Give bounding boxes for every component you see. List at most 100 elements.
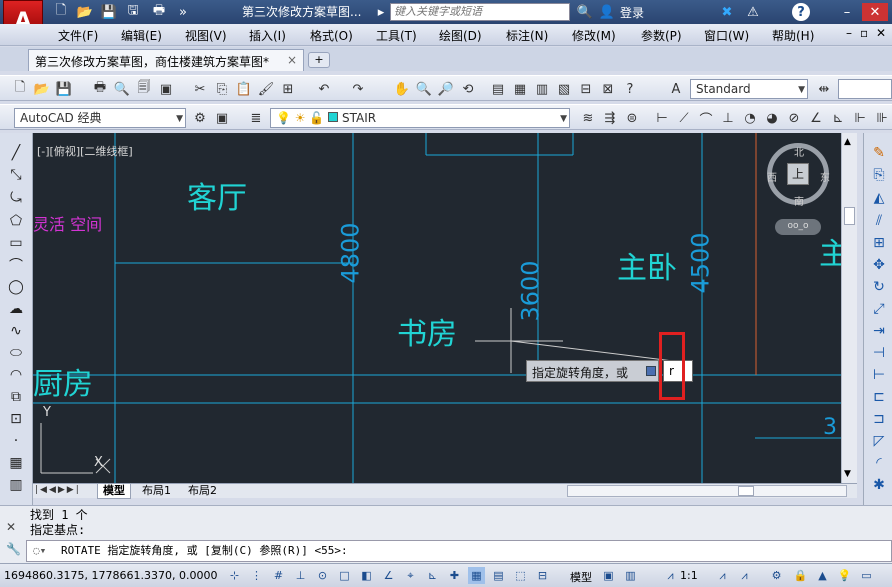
menu-window[interactable]: 窗口(W): [704, 27, 749, 44]
tab-model[interactable]: 模型: [97, 484, 131, 499]
viewcube-north[interactable]: 北: [794, 144, 804, 159]
more-icon[interactable]: »: [174, 3, 192, 21]
linear-dim-icon[interactable]: ⊢: [652, 108, 672, 128]
undo-icon[interactable]: ↶: [314, 79, 334, 99]
dim-style-select[interactable]: [838, 79, 892, 99]
design-center-icon[interactable]: ▦: [510, 79, 530, 99]
zoom-previous-icon[interactable]: ⟲: [458, 79, 478, 99]
arc-icon[interactable]: ⌒: [6, 255, 26, 275]
radius-icon[interactable]: ◔: [740, 108, 760, 128]
polygon-icon[interactable]: ⬠: [6, 211, 26, 231]
transparency-icon[interactable]: ▦: [468, 567, 485, 584]
sheet-set-icon[interactable]: ▧: [554, 79, 574, 99]
am-icon[interactable]: ⊟: [534, 567, 551, 584]
paste-icon[interactable]: 📋: [234, 79, 254, 99]
scroll-thumb[interactable]: [844, 207, 855, 225]
revcloud-icon[interactable]: ☁: [6, 299, 26, 319]
ortho-icon[interactable]: ⊥: [292, 567, 309, 584]
fillet-icon[interactable]: ◜: [869, 453, 889, 473]
join-icon[interactable]: ⊐: [869, 409, 889, 429]
jogged-icon[interactable]: ◕: [762, 108, 782, 128]
auto-scale-icon[interactable]: ⩘: [736, 567, 753, 584]
hscroll-thumb[interactable]: [738, 486, 754, 496]
login-link[interactable]: 登录: [620, 4, 644, 21]
copy-object-icon[interactable]: ⎘: [869, 165, 889, 185]
offset-icon[interactable]: ⫽: [869, 211, 889, 231]
scroll-up-icon[interactable]: ▲: [844, 137, 851, 147]
workspace-settings-icon[interactable]: ⚙: [190, 108, 210, 128]
dyn-icon[interactable]: ⊾: [424, 567, 441, 584]
properties-icon[interactable]: ▤: [488, 79, 508, 99]
command-close-icon[interactable]: ✕: [6, 520, 16, 534]
stay-connected-icon[interactable]: ⚠: [744, 3, 762, 21]
menu-parametric[interactable]: 参数(P): [641, 27, 682, 44]
menu-file[interactable]: 文件(F): [58, 27, 98, 44]
move-icon[interactable]: ✥: [869, 255, 889, 275]
workspace-select[interactable]: AutoCAD 经典 ▼: [14, 108, 186, 128]
layer-state-icon[interactable]: ⊜: [622, 108, 642, 128]
layer-manager-icon[interactable]: ≣: [246, 108, 266, 128]
tab-layout2[interactable]: 布局2: [183, 484, 222, 499]
copy-icon[interactable]: ⎘: [212, 79, 232, 99]
options-arrow-icon[interactable]: [646, 366, 656, 376]
help-icon[interactable]: ?: [792, 3, 810, 21]
explode-icon[interactable]: ✱: [869, 475, 889, 495]
sc-icon[interactable]: ⬚: [512, 567, 529, 584]
viewcube-top-face[interactable]: 上: [787, 163, 809, 185]
menu-view[interactable]: 视图(V): [185, 27, 227, 44]
close-window-icon[interactable]: ✕: [862, 3, 888, 21]
make-current-icon[interactable]: ≋: [578, 108, 598, 128]
viewcube-south[interactable]: 南: [794, 193, 804, 208]
layer-select[interactable]: 💡 ☀ 🔓 STAIR ▼: [270, 108, 570, 128]
annotation-scale-value[interactable]: 1:1: [680, 569, 698, 582]
quick-view-drawings-icon[interactable]: ▥: [622, 567, 639, 584]
isolate-objects-icon[interactable]: 💡: [836, 567, 853, 584]
viewcube-west[interactable]: 西: [767, 169, 777, 184]
otrack-icon[interactable]: ∠: [380, 567, 397, 584]
menu-draw[interactable]: 绘图(D): [439, 27, 482, 44]
chamfer-icon[interactable]: ◸: [869, 431, 889, 451]
zoom-window-icon[interactable]: 🔎: [436, 79, 456, 99]
match-properties-icon[interactable]: 🖌: [256, 79, 276, 99]
expand-icon[interactable]: ▸: [372, 3, 390, 21]
calculator-icon[interactable]: ⊠: [598, 79, 618, 99]
polar-icon[interactable]: ⊙: [314, 567, 331, 584]
preview-icon[interactable]: 🔍: [112, 79, 132, 99]
coordinates-readout[interactable]: 1694860.3175, 1778661.3370, 0.0000: [4, 569, 217, 582]
menu-format[interactable]: 格式(O): [310, 27, 353, 44]
line-icon[interactable]: ╱: [6, 143, 26, 163]
lock-ui-icon[interactable]: 🔒: [792, 567, 809, 584]
recent-commands-icon[interactable]: ◌▾: [33, 541, 46, 561]
annotation-scale-icon[interactable]: ⩘: [662, 567, 679, 584]
lineweight-icon[interactable]: ✚: [446, 567, 463, 584]
dim-style-icon[interactable]: ⇹: [814, 79, 834, 99]
scroll-down-icon[interactable]: ▼: [844, 469, 851, 479]
tab-nav-arrows[interactable]: |◀◀▶▶|: [35, 485, 81, 495]
new-icon[interactable]: 🗋: [52, 3, 70, 21]
quick-dim-icon[interactable]: ⊾: [828, 108, 848, 128]
open-file-icon[interactable]: 📂: [32, 79, 52, 99]
array-icon[interactable]: ⊞: [869, 233, 889, 253]
3dprint-icon[interactable]: ▣: [156, 79, 176, 99]
clean-screen-icon[interactable]: ▭: [858, 567, 875, 584]
point-icon[interactable]: ·: [6, 431, 26, 451]
mirror-icon[interactable]: ◭: [869, 188, 889, 208]
open-icon[interactable]: 📂: [76, 3, 94, 21]
menu-edit[interactable]: 编辑(E): [121, 27, 162, 44]
gradient-icon[interactable]: ▥: [6, 475, 26, 495]
hardware-accel-icon[interactable]: ▲: [814, 567, 831, 584]
hatch-icon[interactable]: ▦: [6, 453, 26, 473]
diameter-icon[interactable]: ⊘: [784, 108, 804, 128]
make-block-icon[interactable]: ⊡: [6, 409, 26, 429]
tool-palettes-icon[interactable]: ▥: [532, 79, 552, 99]
menu-help[interactable]: 帮助(H): [772, 27, 814, 44]
spline-icon[interactable]: ∿: [6, 321, 26, 341]
ellipse-arc-icon[interactable]: ◠: [6, 365, 26, 385]
drawing-canvas[interactable]: [-][俯视][二维线框] 客厅 灵活 空间 主卧 书房 厨房 主 4800 3…: [33, 133, 857, 483]
construction-line-icon[interactable]: ⤡: [6, 165, 26, 185]
save-file-icon[interactable]: 💾: [54, 79, 74, 99]
continue-icon[interactable]: ⊪: [872, 108, 892, 128]
plot-icon[interactable]: 🖶: [90, 79, 110, 99]
scale-icon[interactable]: ⤢: [869, 299, 889, 319]
ellipse-icon[interactable]: ⬭: [6, 343, 26, 363]
